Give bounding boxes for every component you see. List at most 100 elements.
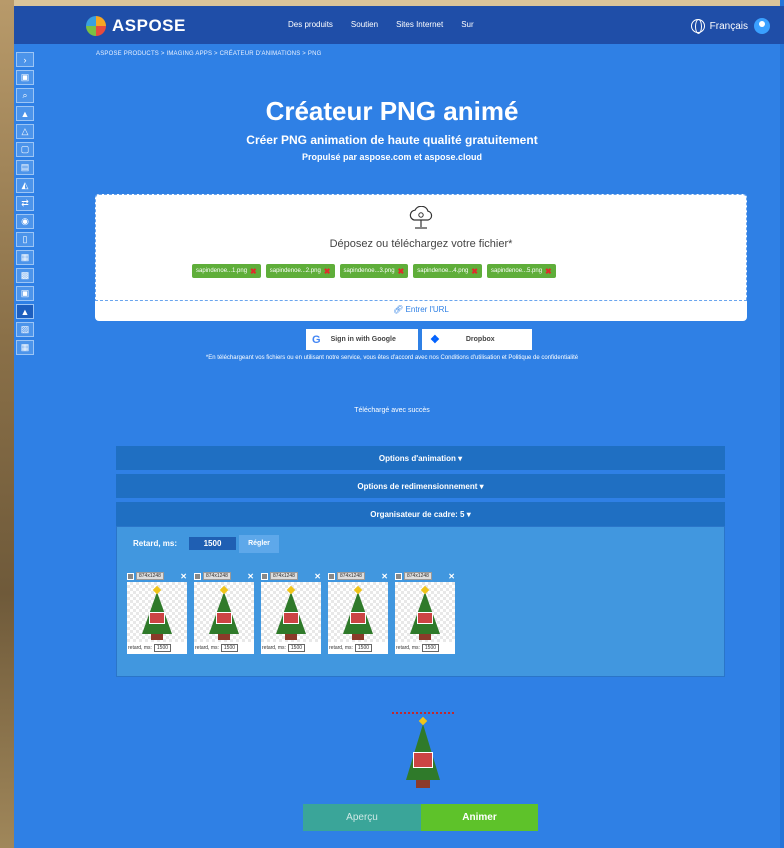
drag-handle-icon[interactable] — [328, 572, 335, 580]
file-name: sapindenoe...1.png — [196, 268, 248, 274]
page-title: Créateur PNG animé — [265, 96, 519, 126]
frame-card[interactable]: 874x1248 ✕ retard, ms: 1500 — [328, 570, 388, 654]
remove-file-icon[interactable]: ✖ — [324, 267, 331, 276]
frame-delay-label: retard, ms: — [195, 645, 219, 651]
remove-frame-icon[interactable]: ✕ — [247, 572, 254, 581]
gallery-icon[interactable]: ▨ — [16, 322, 34, 337]
frame-card[interactable]: 874x1248 ✕ retard, ms: 1500 — [194, 570, 254, 654]
frame-dimensions: 874x1248 — [203, 572, 231, 580]
enter-url-label: Entrer l'URL — [405, 305, 449, 314]
file-chip: sapindenoe...2.png ✖ — [265, 264, 335, 278]
file-name: sapindenoe...3.png — [343, 268, 395, 274]
frame-delay-input[interactable]: 1500 — [153, 644, 172, 652]
resize-options-accordion[interactable]: Options de redimensionnement ▾ — [116, 474, 725, 498]
frame-dimensions: 874x1248 — [404, 572, 432, 580]
nav-websites[interactable]: Sites Internet — [396, 20, 443, 29]
grid-icon[interactable]: ▩ — [16, 268, 34, 283]
remove-frame-icon[interactable]: ✕ — [314, 572, 321, 581]
dropzone-text: Déposez ou téléchargez votre fichier* — [329, 238, 513, 250]
remove-file-icon[interactable]: ✖ — [398, 267, 405, 276]
terms-notice: *En téléchargeant vos fichiers ou en uti… — [205, 355, 579, 361]
google-signin-label: Sign in with Google — [330, 336, 396, 343]
frame-thumbnail — [395, 582, 455, 642]
chevron-right-icon[interactable]: › — [16, 52, 34, 67]
user-icon[interactable] — [754, 18, 770, 34]
drag-handle-icon[interactable] — [127, 572, 134, 580]
collage-icon[interactable]: ▦ — [16, 250, 34, 265]
album-icon[interactable]: ▦ — [16, 340, 34, 355]
frame-list: 874x1248 ✕ retard, ms: 1500 874x1248 ✕ reta… — [127, 570, 455, 654]
frame-card[interactable]: 874x1248 ✕ retard, ms: 1500 — [261, 570, 321, 654]
frame-thumbnail — [194, 582, 254, 642]
globe-icon — [690, 19, 705, 34]
google-signin-button[interactable]: G Sign in with Google — [306, 329, 418, 350]
aspose-logo-icon — [86, 16, 106, 36]
delay-input[interactable]: 1500 — [189, 537, 236, 550]
frame-delay-label: retard, ms: — [128, 645, 152, 651]
dropbox-button[interactable]: ❖ Dropbox — [422, 329, 532, 350]
aspose-logo[interactable]: ASPOSE — [86, 16, 186, 36]
file-name: sapindenoe...5.png — [491, 268, 543, 274]
remove-file-icon[interactable]: ✖ — [545, 267, 552, 276]
link-icon: 🔗︎ — [393, 305, 406, 314]
cloud-upload-icon — [409, 206, 433, 229]
animate-button[interactable]: Animer — [421, 804, 538, 831]
drag-handle-icon[interactable] — [395, 572, 402, 580]
file-chip: sapindenoe...1.png ✖ — [192, 264, 261, 278]
nav-about[interactable]: Sur — [461, 20, 473, 29]
preview-button[interactable]: Aperçu — [303, 804, 421, 831]
page-subtitle: Créer PNG animation de haute qualité gra… — [246, 133, 538, 147]
eye-icon[interactable]: ◉ — [16, 214, 34, 229]
animation-options-accordion[interactable]: Options d'animation ▾ — [116, 446, 725, 470]
dropbox-icon: ❖ — [430, 334, 440, 346]
set-delay-button[interactable]: Régler — [239, 535, 279, 553]
language-selector[interactable]: Français — [690, 19, 748, 34]
file-name: sapindenoe...4.png — [417, 268, 469, 274]
animation-result-preview — [388, 708, 458, 794]
resize-icon[interactable]: ▯ — [16, 232, 34, 247]
convert-icon[interactable]: ⇄ — [16, 196, 34, 211]
frame-delay-label: retard, ms: — [396, 645, 420, 651]
brand-name: ASPOSE — [112, 16, 186, 35]
frame-organizer-accordion[interactable]: Organisateur de cadre: 5 ▾ — [116, 502, 725, 526]
nav-products[interactable]: Des produits — [288, 20, 333, 29]
powered-by: Propulsé par aspose.com et aspose.cloud — [301, 152, 483, 162]
frame-delay-input[interactable]: 1500 — [287, 644, 306, 652]
frame-delay-input[interactable]: 1500 — [421, 644, 440, 652]
image-icon[interactable]: ▣ — [16, 70, 34, 85]
remove-file-icon[interactable]: ✖ — [471, 267, 478, 276]
breadcrumb[interactable]: ASPOSE PRODUCTS > IMAGING APPS > CRÉATEU… — [96, 51, 321, 57]
main-nav: Des produits Soutien Sites Internet Sur — [288, 20, 474, 29]
tree-pot — [416, 780, 430, 788]
frame-card[interactable]: 874x1248 ✕ retard, ms: 1500 — [395, 570, 455, 654]
frame-dimensions: 874x1248 — [337, 572, 365, 580]
animation-icon[interactable]: ▲ — [16, 304, 34, 319]
remove-frame-icon[interactable]: ✕ — [180, 572, 187, 581]
file-chip: sapindenoe...3.png ✖ — [339, 264, 409, 278]
remove-file-icon[interactable]: ✖ — [250, 267, 257, 276]
remove-frame-icon[interactable]: ✕ — [448, 572, 455, 581]
remove-frame-icon[interactable]: ✕ — [381, 572, 388, 581]
frame-delay-label: retard, ms: — [329, 645, 353, 651]
drag-handle-icon[interactable] — [194, 572, 201, 580]
frame-delay-input[interactable]: 1500 — [220, 644, 239, 652]
frame-thumbnail — [127, 582, 187, 642]
file-name: sapindenoe...2.png — [269, 268, 321, 274]
frame-card[interactable]: 874x1248 ✕ retard, ms: 1500 — [127, 570, 187, 654]
desktop-background-left — [0, 0, 14, 848]
frame-icon[interactable]: ▤ — [16, 160, 34, 175]
google-icon: G — [312, 333, 321, 346]
drag-handle-icon[interactable] — [261, 572, 268, 580]
photo-icon[interactable]: ▣ — [16, 286, 34, 301]
uploaded-files: sapindenoe...1.png ✖ sapindenoe...2.png ✖ … — [192, 264, 556, 278]
language-label: Français — [709, 20, 748, 32]
enter-url-link[interactable]: 🔗︎ Entrer l'URL — [95, 305, 747, 314]
nav-support[interactable]: Soutien — [351, 20, 378, 29]
frame-delay-input[interactable]: 1500 — [354, 644, 373, 652]
scroll-strip — [780, 0, 784, 848]
frame-organizer-panel: Retard, ms: 1500 Régler 874x1248 ✕ retard… — [116, 526, 725, 677]
file-dropzone[interactable]: Déposez ou téléchargez votre fichier* sa… — [95, 194, 747, 321]
photo-decoration — [413, 752, 433, 768]
upload-status: Téléchargé avec succès — [354, 407, 430, 414]
layers-icon[interactable]: ◭ — [16, 178, 34, 193]
